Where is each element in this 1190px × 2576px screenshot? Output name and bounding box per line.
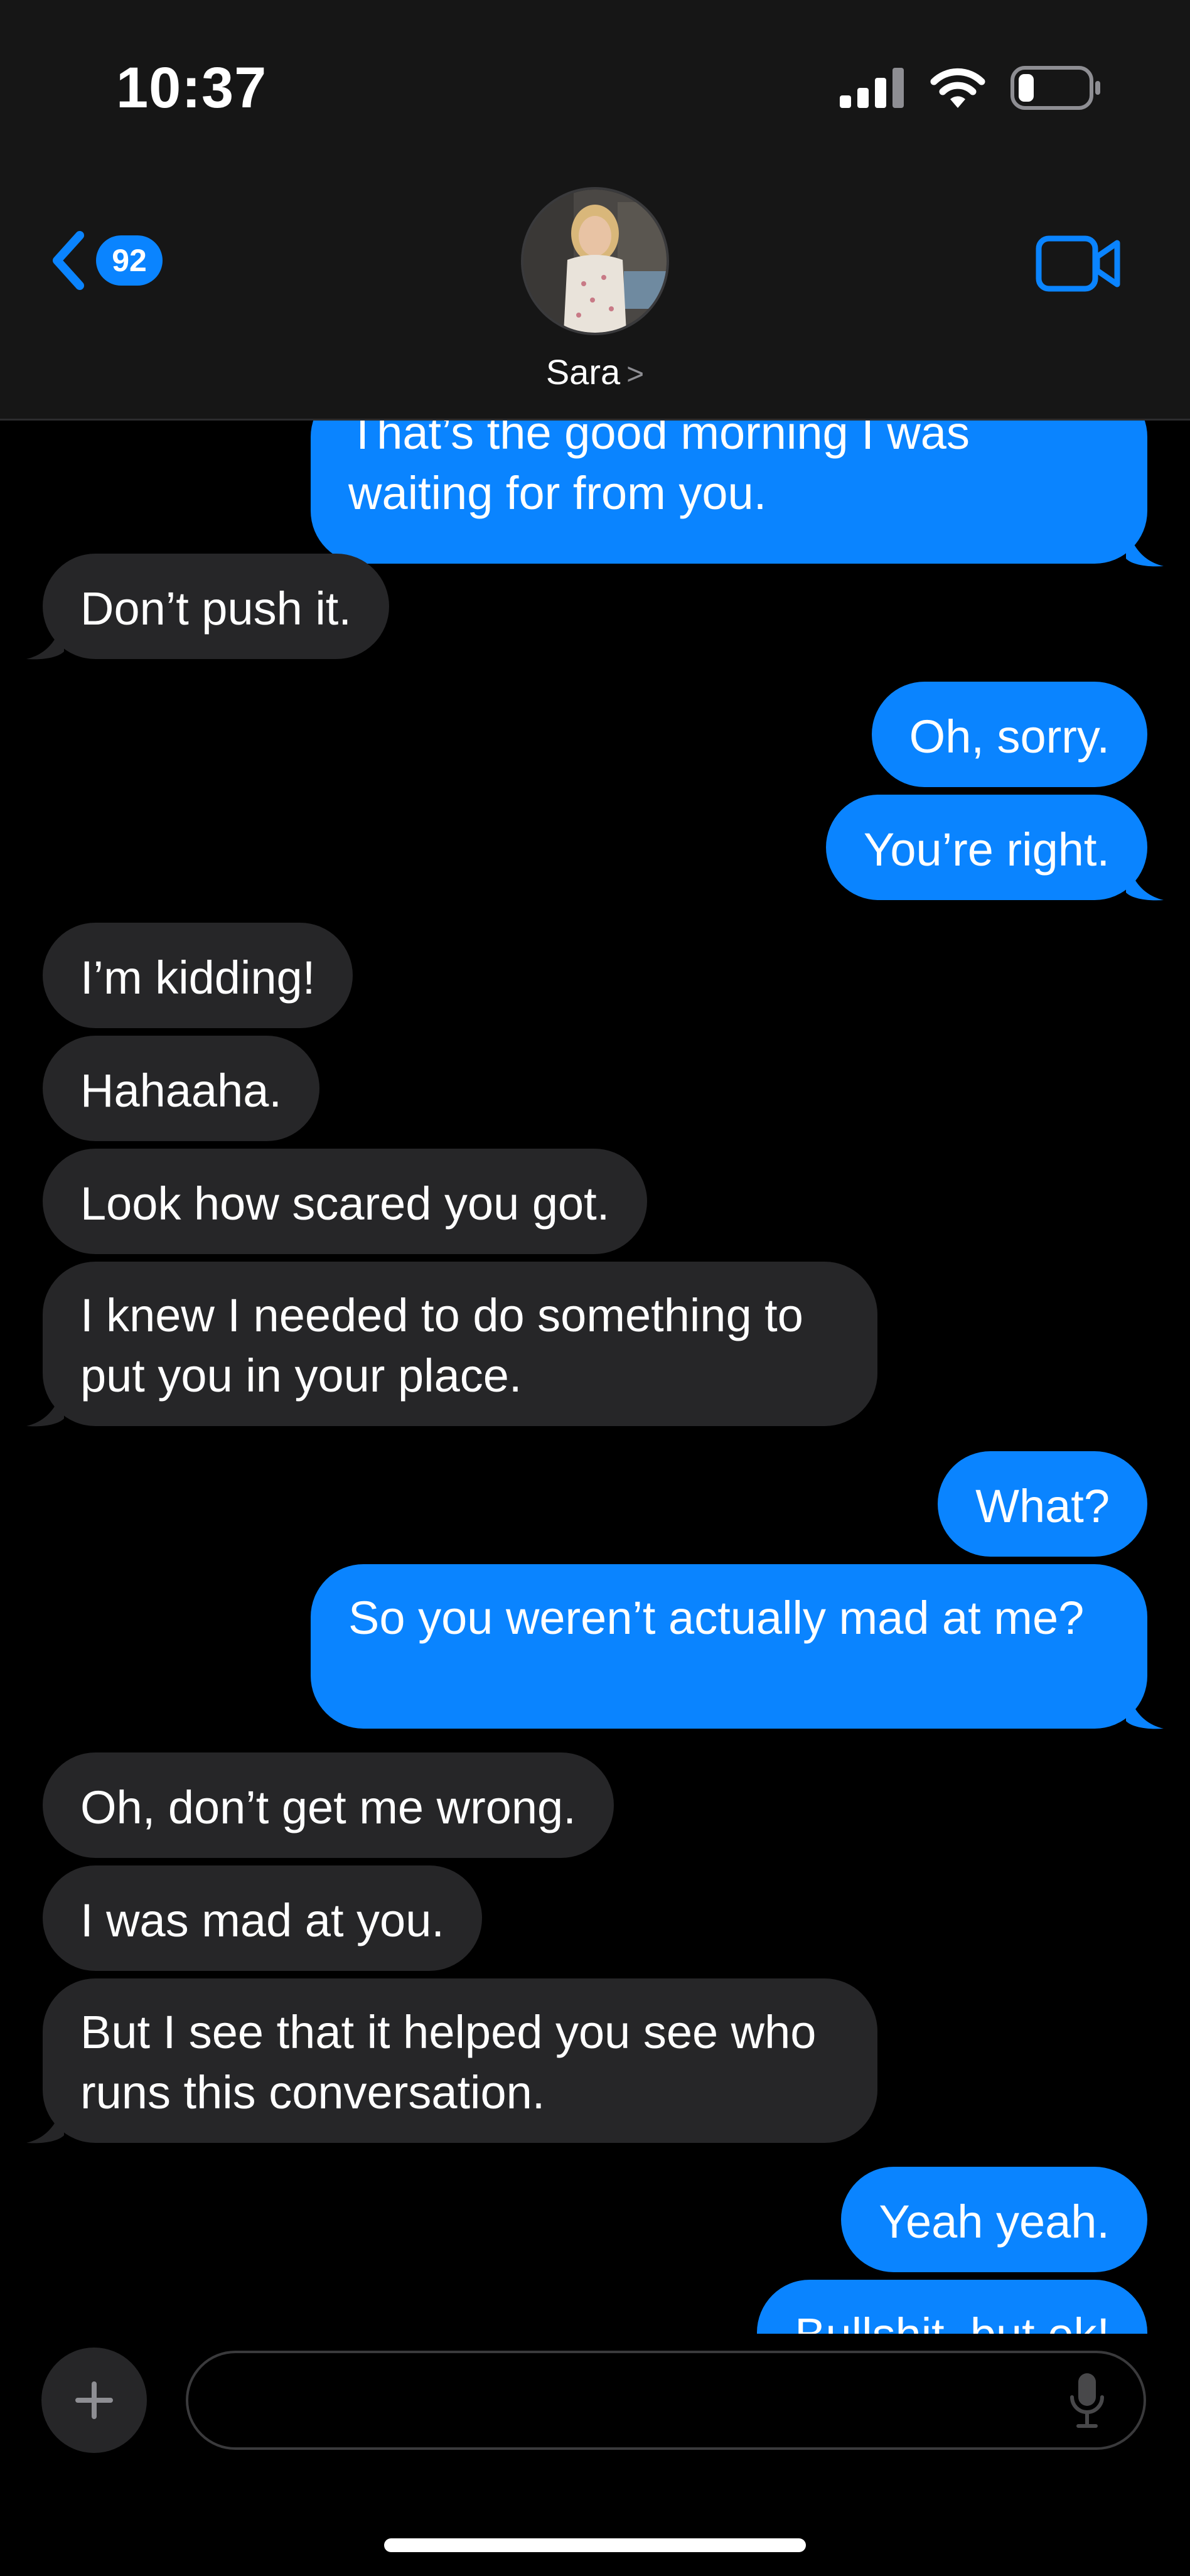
message-text: I knew I needed to do something to put y… <box>80 1289 803 1402</box>
message-bubble-incoming[interactable]: I knew I needed to do something to put y… <box>43 1262 877 1426</box>
battery-icon <box>1010 66 1100 110</box>
message-text: I’m kidding! <box>80 952 316 1004</box>
message-bubble-incoming[interactable]: I was mad at you. <box>43 1865 482 1971</box>
message-text: Bullshit, but ok! <box>795 2309 1110 2334</box>
message-bubble-outgoing[interactable]: Yeah yeah. <box>841 2167 1147 2272</box>
add-attachment-button[interactable] <box>41 2348 147 2453</box>
bubble-tail <box>26 613 64 660</box>
message-text-field[interactable] <box>220 2372 1038 2430</box>
bubble-tail <box>26 2096 64 2144</box>
message-text: Hahaaha. <box>80 1065 282 1117</box>
message-bubble-outgoing[interactable]: Bullshit, but ok! <box>757 2280 1147 2334</box>
conversation-header: 10:37 92 Sara > <box>0 0 1190 421</box>
message-text: Look how scared you got. <box>80 1178 610 1230</box>
contact-avatar[interactable] <box>521 187 669 335</box>
message-text: So you weren’t actually mad at me? <box>348 1592 1085 1644</box>
message-text: But I see that it helped you see who run… <box>80 2006 817 2118</box>
message-text: Oh, don’t get me wrong. <box>80 1781 576 1833</box>
message-text: That’s the good morning I was waiting fo… <box>348 407 970 519</box>
status-icons <box>840 63 1102 113</box>
message-bubble-incoming[interactable]: Hahaaha. <box>43 1036 319 1141</box>
message-text: Don’t push it. <box>80 582 351 635</box>
message-bubble-incoming[interactable]: Look how scared you got. <box>43 1149 648 1254</box>
message-text: Yeah yeah. <box>879 2196 1110 2248</box>
microphone-icon[interactable] <box>1068 2371 1106 2431</box>
unread-count-badge: 92 <box>96 235 163 286</box>
message-bubble-incoming[interactable]: Don’t push it. <box>43 554 389 659</box>
chevron-right-icon: > <box>626 358 645 391</box>
message-bubble-outgoing[interactable]: Oh, sorry. <box>871 682 1147 787</box>
message-bubble-incoming[interactable]: But I see that it helped you see who run… <box>43 1978 877 2143</box>
avatar-photo <box>523 190 667 333</box>
wifi-icon <box>930 68 985 108</box>
message-bubble-outgoing[interactable]: So you weren’t actually mad at me? <box>311 1564 1147 1729</box>
back-button[interactable]: 92 <box>47 229 163 292</box>
video-camera-icon[interactable] <box>1036 235 1121 292</box>
plus-icon <box>75 2381 113 2419</box>
home-indicator <box>384 2538 806 2552</box>
contact-name-button[interactable]: Sara > <box>0 352 1190 392</box>
message-text: I was mad at you. <box>80 1894 444 1946</box>
message-bubble-outgoing[interactable]: You’re right. <box>825 795 1147 900</box>
message-input[interactable] <box>186 2351 1146 2450</box>
message-text: Oh, sorry. <box>909 711 1110 763</box>
message-text: You’re right. <box>863 824 1110 876</box>
bubble-tail <box>1126 1682 1164 1729</box>
back-chevron-icon <box>53 231 84 290</box>
cellular-signal-icon <box>840 68 904 108</box>
bubble-tail <box>1126 854 1164 901</box>
contact-name: Sara <box>545 352 621 392</box>
status-time: 10:37 <box>116 56 267 120</box>
message-thread[interactable]: That’s the good morning I was waiting fo… <box>0 352 1190 2334</box>
message-bubble-incoming[interactable]: I’m kidding! <box>43 923 353 1028</box>
message-bubble-incoming[interactable]: Oh, don’t get me wrong. <box>43 1752 614 1858</box>
message-bubble-outgoing[interactable]: What? <box>938 1451 1147 1557</box>
bubble-tail <box>1126 520 1164 567</box>
message-text: What? <box>975 1480 1110 1532</box>
bubble-tail <box>26 1380 64 1427</box>
